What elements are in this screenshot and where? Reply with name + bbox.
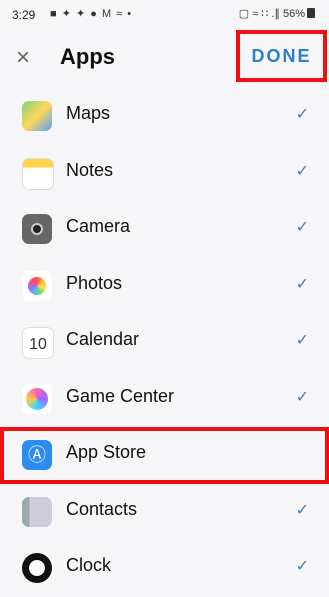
app-label: Clock [66,555,112,575]
app-row-camera[interactable]: Camera ✓ [0,201,329,258]
app-store-icon: Ⓐ [22,440,52,470]
app-row-maps[interactable]: Maps ✓ [0,88,329,145]
app-row-app-store[interactable]: Ⓐ App Store [0,427,329,484]
app-label: Notes [66,159,114,180]
app-row-photos[interactable]: Photos ✓ [0,258,329,315]
photos-icon [22,270,52,301]
notification-icons: ■ ✦ ✦ ● M ≈ • [50,8,133,20]
check-icon: ✓ [295,275,309,293]
app-label: Calendar [66,329,140,349]
app-label: Camera [66,216,131,236]
check-icon: ✓ [295,501,309,519]
app-label: Game Center [66,385,175,406]
battery-icon [307,8,315,18]
page-title: Apps [60,44,115,69]
status-bar: 3:29 ■ ✦ ✦ ● M ≈ • ▢ ≈ ∷ .∥ 56% [0,0,329,30]
app-row-contacts[interactable]: Contacts ✓ [0,484,329,541]
app-label: App Store [66,442,147,462]
status-right: ▢ ≈ ∷ .∥ 56% [239,7,315,20]
calendar-icon: 10 [22,327,54,359]
check-icon: ✓ [295,388,309,406]
notes-icon [22,157,54,190]
game-center-icon [22,383,52,414]
app-label: Contacts [66,498,138,519]
app-label: Photos [66,272,123,293]
app-row-notes[interactable]: Notes ✓ [0,145,329,202]
app-label: Maps [66,103,111,123]
apps-list: Maps ✓ Notes ✓ Camera ✓ Photos ✓ 10 Cale… [0,88,329,597]
app-row-calendar[interactable]: 10 Calendar ✓ [0,314,329,371]
status-right-text: ▢ ≈ ∷ .∥ 56% [238,8,305,20]
app-row-clock[interactable]: Clock ✓ [0,540,329,597]
maps-icon [22,101,52,131]
contacts-icon [22,496,52,527]
check-icon: ✓ [295,106,309,123]
app-row-game-center[interactable]: Game Center ✓ [0,371,329,428]
check-icon: ✓ [295,219,309,236]
clock-icon [22,553,52,583]
close-icon[interactable]: × [16,44,30,72]
check-icon: ✓ [295,162,309,180]
check-icon: ✓ [295,332,309,349]
status-time: 3:29 [12,8,36,22]
header: × Apps DONE [0,30,329,88]
check-icon: ✓ [295,558,309,575]
camera-icon [22,214,52,244]
done-button[interactable]: DONE [236,30,327,82]
